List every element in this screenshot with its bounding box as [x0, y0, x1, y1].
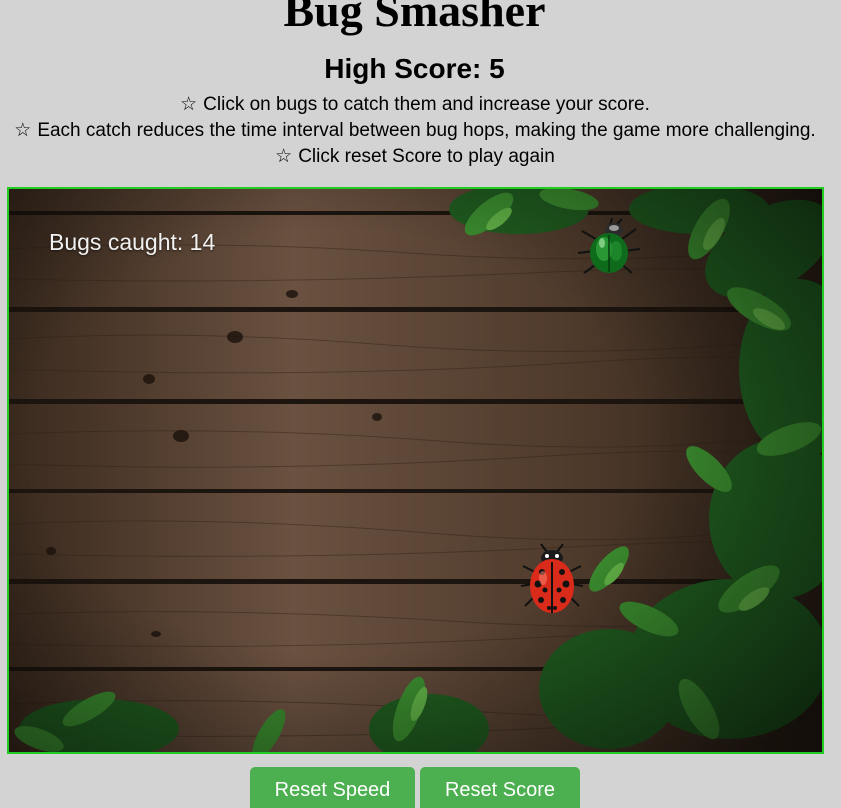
instruction-text: Click on bugs to catch them and increase… — [203, 94, 650, 115]
game-board[interactable]: Bugs caught: 14 — [7, 187, 824, 754]
instruction-item: ☆ Click on bugs to catch them and increas… — [0, 92, 840, 118]
instruction-item: ☆ Click reset Score to play again — [0, 144, 840, 170]
reset-score-button[interactable]: Reset Score — [420, 767, 580, 808]
star-icon: ☆ — [14, 120, 32, 141]
star-icon: ☆ — [180, 94, 198, 115]
bugs-caught-counter: Bugs caught: 14 — [49, 229, 216, 255]
beetle-icon[interactable] — [574, 217, 644, 279]
instruction-text: Each catch reduces the time interval bet… — [37, 120, 816, 141]
page: Bug Smasher High Score: 5 ☆ Click on bugs… — [0, 0, 841, 808]
instructions-list: ☆ Click on bugs to catch them and increas… — [0, 92, 840, 170]
instruction-text: Click reset Score to play again — [298, 146, 555, 167]
ladybug-icon[interactable] — [519, 542, 585, 618]
page-title: Bug Smasher — [283, 0, 546, 36]
instruction-item: ☆ Each catch reduces the time interval be… — [0, 118, 840, 144]
star-icon: ☆ — [275, 146, 293, 167]
wood-background — [9, 189, 822, 752]
reset-speed-button[interactable]: Reset Speed — [250, 767, 415, 808]
high-score: High Score: 5 — [324, 53, 505, 84]
